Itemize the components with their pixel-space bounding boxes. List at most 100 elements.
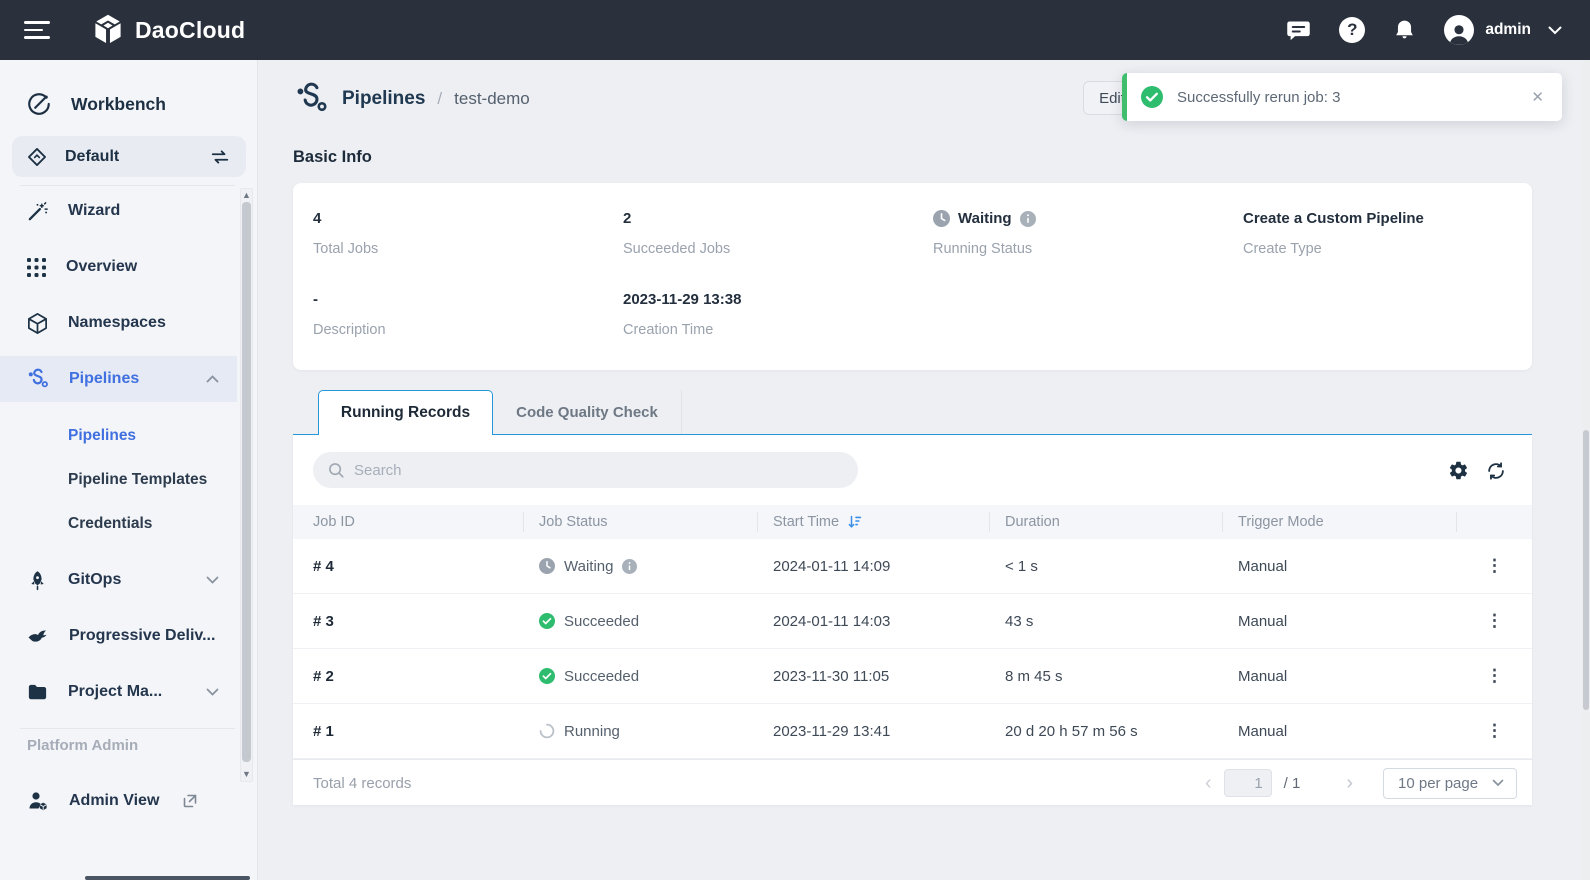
scrollbar-thumb[interactable] xyxy=(1583,430,1589,710)
sidebar-subitem-pipelines[interactable]: Pipelines xyxy=(0,414,237,458)
hamburger-menu-icon[interactable] xyxy=(24,21,50,39)
page-size-select[interactable]: 10 per page xyxy=(1383,768,1517,799)
switch-workspace-icon[interactable] xyxy=(210,148,230,166)
prev-page-icon[interactable]: ‹ xyxy=(1205,772,1212,795)
column-job-id[interactable]: Job ID xyxy=(293,505,524,539)
job-status: Waiting xyxy=(524,558,758,575)
column-job-status[interactable]: Job Status xyxy=(524,505,758,539)
table-row[interactable]: # 2 Succeeded 2023-11-30 11:05 8 m 45 s … xyxy=(293,649,1532,704)
field-description: - Description xyxy=(313,291,613,338)
sidebar-subitem-label: Pipelines xyxy=(68,427,136,445)
running-spinner-icon xyxy=(539,723,555,739)
basic-info-title: Basic Info xyxy=(293,148,372,167)
field-running-status: Waiting Running Status xyxy=(933,210,1233,257)
pipeline-icon xyxy=(26,367,50,391)
admin-view-label: Admin View xyxy=(69,792,159,810)
app-root: DaoCloud ? xyxy=(0,0,1590,880)
sidebar-item-namespaces[interactable]: Namespaces xyxy=(0,300,237,346)
column-start-time[interactable]: Start Time xyxy=(758,505,990,539)
sidebar-item-project-management[interactable]: Project Ma... xyxy=(0,669,237,715)
next-page-icon[interactable]: › xyxy=(1346,772,1353,795)
refresh-icon[interactable] xyxy=(1485,460,1507,482)
sort-desc-icon[interactable] xyxy=(847,514,863,530)
scroll-down-arrow[interactable]: ▼ xyxy=(242,770,251,779)
kebab-menu-icon[interactable]: ⋮ xyxy=(1486,669,1503,683)
duration: < 1 s xyxy=(990,558,1223,575)
page-size-value: 10 per page xyxy=(1398,775,1478,792)
kebab-menu-icon[interactable]: ⋮ xyxy=(1486,724,1503,738)
trigger-mode: Manual xyxy=(1223,613,1457,630)
workbench-icon xyxy=(26,91,52,117)
info-icon[interactable] xyxy=(622,559,637,574)
field-label: Description xyxy=(313,322,613,338)
job-status: Succeeded xyxy=(524,668,758,685)
sidebar-item-pipelines[interactable]: Pipelines xyxy=(0,356,237,402)
kebab-menu-icon[interactable]: ⋮ xyxy=(1486,559,1503,573)
page-scrollbar[interactable] xyxy=(1582,60,1590,880)
info-icon[interactable] xyxy=(1020,211,1036,227)
sidebar-item-label: Overview xyxy=(66,258,137,276)
help-icon[interactable]: ? xyxy=(1339,17,1365,43)
field-value: - xyxy=(313,291,613,308)
chevron-down-icon xyxy=(206,576,219,584)
running-records-panel: Job ID Job Status Start Time Duration Tr… xyxy=(293,434,1532,805)
table-footer: Total 4 records ‹ / 1 › 10 per page xyxy=(293,759,1532,806)
brand-logo[interactable]: DaoCloud xyxy=(90,12,245,48)
field-value: 2 xyxy=(623,210,923,227)
field-label: Running Status xyxy=(933,241,1233,257)
sidebar-item-admin-view[interactable]: Admin View xyxy=(0,778,237,824)
tab-running-records[interactable]: Running Records xyxy=(318,390,493,435)
field-label: Creation Time xyxy=(623,322,923,338)
success-toast: Successfully rerun job: 3 ✕ xyxy=(1122,73,1562,121)
table-row[interactable]: # 1 Running 2023-11-29 13:41 20 d 20 h 5… xyxy=(293,704,1532,759)
chat-icon[interactable] xyxy=(1285,17,1312,44)
sidebar-scrollbar[interactable]: ▲ ▼ xyxy=(240,188,253,782)
toast-close-icon[interactable]: ✕ xyxy=(1531,88,1544,106)
column-trigger-mode[interactable]: Trigger Mode xyxy=(1223,505,1457,539)
breadcrumb-current: test-demo xyxy=(454,89,530,109)
sidebar-item-wizard[interactable]: Wizard xyxy=(0,188,237,234)
job-id[interactable]: # 4 xyxy=(293,558,524,575)
sidebar-horizontal-scrollbar-thumb[interactable] xyxy=(85,876,250,880)
search-icon xyxy=(327,461,345,479)
sidebar-item-label: Pipelines xyxy=(69,370,139,388)
sidebar-item-gitops[interactable]: GitOps xyxy=(0,557,237,603)
job-id[interactable]: # 1 xyxy=(293,723,524,740)
sidebar-item-progressive-delivery[interactable]: Progressive Deliv... xyxy=(0,613,237,659)
sidebar-item-label: Namespaces xyxy=(68,314,166,332)
toast-accent-bar xyxy=(1122,73,1127,121)
tab-bar: Running Records Code Quality Check xyxy=(293,390,682,434)
page-number-input[interactable] xyxy=(1224,769,1272,797)
pagination: ‹ / 1 › xyxy=(1205,769,1353,797)
scroll-up-arrow[interactable]: ▲ xyxy=(242,191,251,200)
sidebar-item-workbench[interactable]: Workbench xyxy=(0,82,166,126)
sidebar-subitem-credentials[interactable]: Credentials xyxy=(0,502,237,546)
workbench-label: Workbench xyxy=(71,94,166,115)
gear-icon[interactable] xyxy=(1448,460,1469,481)
username-label[interactable]: admin xyxy=(1485,21,1531,39)
job-status: Succeeded xyxy=(524,613,758,630)
table-row[interactable]: # 3 Succeeded 2024-01-11 14:03 43 s Manu… xyxy=(293,594,1532,649)
column-duration[interactable]: Duration xyxy=(990,505,1223,539)
search-input[interactable] xyxy=(354,462,834,479)
status-label: Succeeded xyxy=(564,613,639,630)
kebab-menu-icon[interactable]: ⋮ xyxy=(1486,614,1503,628)
job-id[interactable]: # 3 xyxy=(293,613,524,630)
clock-icon xyxy=(539,558,555,574)
search-box[interactable] xyxy=(313,452,858,488)
sidebar-item-label: Progressive Deliv... xyxy=(69,627,215,645)
grid-dots-icon xyxy=(26,257,47,278)
job-id[interactable]: # 2 xyxy=(293,668,524,685)
field-label: Succeeded Jobs xyxy=(623,241,923,257)
table-row[interactable]: # 4 Waiting 2024-01-11 14:09 < 1 s Manua… xyxy=(293,539,1532,594)
tab-code-quality-check[interactable]: Code Quality Check xyxy=(493,390,682,434)
scrollbar-thumb[interactable] xyxy=(242,202,251,762)
sidebar-subitem-pipeline-templates[interactable]: Pipeline Templates xyxy=(0,458,237,502)
bell-icon[interactable] xyxy=(1392,18,1417,43)
user-chevron-down-icon[interactable] xyxy=(1548,26,1562,35)
sidebar-item-overview[interactable]: Overview xyxy=(0,244,237,290)
breadcrumb-root[interactable]: Pipelines xyxy=(342,88,425,110)
avatar[interactable] xyxy=(1444,15,1474,45)
workspace-selector[interactable]: Default xyxy=(12,136,246,177)
chevron-down-icon xyxy=(206,688,219,696)
